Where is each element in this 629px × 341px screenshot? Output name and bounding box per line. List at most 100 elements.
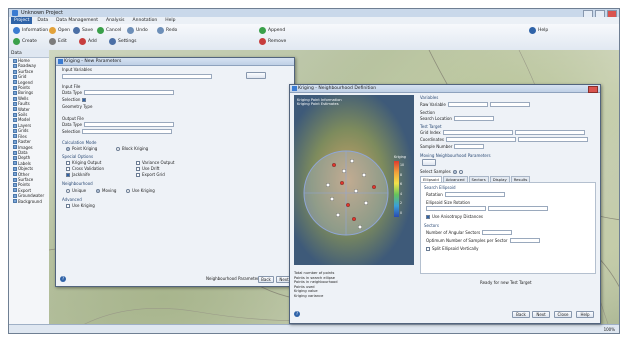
special-option-2[interactable]: Variance Output (136, 160, 174, 165)
sample-point[interactable] (340, 181, 344, 185)
unique-radio[interactable] (66, 188, 70, 193)
neighbourhood-map[interactable]: Kriging Point Information Kriging Point … (294, 95, 414, 265)
anisotropy-checkbox[interactable] (426, 214, 430, 219)
sample-point[interactable] (336, 213, 340, 217)
cross-validation-checkbox[interactable] (66, 166, 70, 171)
help-icon[interactable]: ? (294, 311, 300, 317)
create-button[interactable]: Create (13, 38, 37, 45)
point-kriging-radio[interactable] (66, 146, 70, 151)
sample-point[interactable] (362, 173, 366, 177)
legend-values: 10 8 6 4 2 0 (400, 163, 405, 215)
coordinates-x-field[interactable] (446, 137, 517, 142)
coordinates-y-field[interactable] (518, 137, 589, 142)
selection-checkbox[interactable] (82, 97, 87, 102)
help-ribbon-button[interactable]: Help (529, 27, 548, 34)
moving-radio[interactable] (96, 188, 100, 193)
moving-option[interactable]: Moving (96, 188, 116, 193)
tab-analysis[interactable]: Analysis (103, 17, 128, 24)
output-file-row: Output File (62, 116, 84, 121)
use-kriging-checkbox[interactable] (66, 203, 70, 208)
tab-data-management[interactable]: Data Management (53, 17, 101, 24)
tab-project[interactable]: Project (11, 17, 33, 24)
jackknife-checkbox[interactable] (66, 172, 70, 177)
grid-index-x-field[interactable] (442, 130, 513, 135)
block-kriging-radio[interactable] (116, 146, 120, 151)
rotation-field[interactable] (444, 192, 505, 197)
cancel-button[interactable]: Cancel (97, 27, 121, 34)
sample-point[interactable] (354, 189, 358, 193)
sample-point[interactable] (330, 197, 334, 201)
sample-point[interactable] (332, 163, 336, 167)
grid-index-y-field[interactable] (514, 130, 585, 135)
special-option-3[interactable]: Cross Validation (66, 166, 104, 171)
output-data-type-field[interactable] (84, 122, 175, 127)
sample-point[interactable] (372, 185, 376, 189)
close-icon[interactable] (588, 86, 598, 93)
redo-button[interactable]: Redo (157, 27, 177, 34)
input-variables-field[interactable] (62, 74, 212, 79)
sample-point[interactable] (352, 217, 356, 221)
back-button[interactable]: Back (258, 276, 274, 283)
tab-help[interactable]: Help (162, 17, 178, 24)
color-legend: Kriging 10 8 6 4 2 0 (394, 155, 408, 221)
angular-sectors-field[interactable] (482, 230, 513, 235)
back-button[interactable]: Back (512, 311, 530, 318)
anisotropy-row[interactable]: Use Anisotropy Distances (426, 214, 483, 219)
create-icon (13, 38, 20, 45)
edit-button[interactable]: Edit (49, 38, 67, 45)
sample-point[interactable] (342, 169, 346, 173)
weighted-variable-field[interactable] (489, 102, 530, 107)
settings-button[interactable]: Settings (109, 38, 136, 45)
kriging-output-checkbox[interactable] (66, 160, 70, 165)
save-button[interactable]: Save (73, 27, 93, 34)
append-button[interactable]: Append (259, 27, 285, 34)
data-type-field[interactable] (84, 90, 175, 95)
raw-variable-field[interactable] (447, 102, 488, 107)
output-selection-field[interactable] (82, 129, 173, 134)
add-button[interactable]: Add (79, 38, 97, 45)
tab-data[interactable]: Data (34, 17, 51, 24)
dialog-title-bar: Kriging - New Parameters (56, 58, 294, 66)
point-kriging-option[interactable]: Point Kriging (66, 146, 97, 151)
use-drift-checkbox[interactable] (136, 166, 140, 171)
close-button[interactable]: Close (554, 311, 572, 318)
split-ellipsoid-checkbox[interactable] (426, 246, 430, 251)
variance-output-checkbox[interactable] (136, 160, 140, 165)
target-radio[interactable] (458, 169, 463, 174)
input-variables-button[interactable] (246, 72, 266, 79)
samples-per-sector-field[interactable] (509, 238, 540, 243)
sample-point[interactable] (350, 159, 354, 163)
layer-icon (13, 69, 17, 74)
information-button[interactable]: Information (13, 27, 48, 34)
sample-point[interactable] (326, 183, 330, 187)
layer-icon (13, 123, 17, 128)
special-option-6[interactable]: Export Grid (136, 172, 165, 177)
special-option-1[interactable]: Kriging Output (66, 160, 101, 165)
use-kriging-option[interactable]: Use Kriging (126, 188, 155, 193)
ellipsoid-size-u[interactable] (426, 206, 486, 211)
export-grid-checkbox[interactable] (136, 172, 140, 177)
split-ellipsoid-row[interactable]: Split Ellipsoid Vertically (426, 246, 478, 251)
sample-number-field[interactable] (454, 144, 485, 149)
use-kriging-radio[interactable] (126, 188, 130, 193)
ellipse-radio[interactable] (452, 169, 457, 174)
open-button[interactable]: Open (49, 27, 70, 34)
search-location-field[interactable] (453, 116, 494, 121)
sample-point[interactable] (346, 203, 350, 207)
sample-point[interactable] (358, 225, 362, 229)
help-button[interactable]: Help (576, 311, 594, 318)
special-option-4[interactable]: Use Drift (136, 166, 160, 171)
next-button[interactable]: Next (532, 311, 550, 318)
sample-point[interactable] (364, 201, 368, 205)
help-icon[interactable]: ? (60, 276, 66, 282)
unique-option[interactable]: Unique (66, 188, 86, 193)
ellipsoid-size-v[interactable] (488, 206, 548, 211)
block-kriging-option[interactable]: Block Kriging (116, 146, 148, 151)
use-kriging-advanced[interactable]: Use Kriging (66, 203, 95, 208)
remove-button[interactable]: Remove (259, 38, 286, 45)
special-option-5[interactable]: Jackknife (66, 172, 90, 177)
undo-button[interactable]: Undo (127, 27, 148, 34)
tree-item[interactable]: Background (9, 199, 49, 204)
tab-annotation[interactable]: Annotation (130, 17, 161, 24)
moving-neighbourhood-button[interactable] (422, 159, 436, 166)
